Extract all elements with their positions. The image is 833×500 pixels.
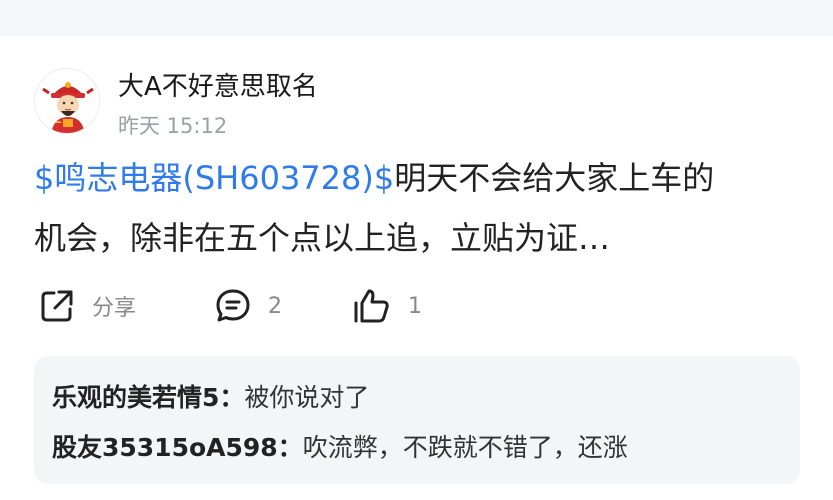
stock-tag-link[interactable]: $鸣志电器(SH603728)$ xyxy=(34,159,394,197)
thumbs-up-icon xyxy=(354,289,389,323)
action-bar: 分享 2 1 xyxy=(0,282,833,330)
comment-text: 被你说对了 xyxy=(244,383,370,412)
post-text-line1: 明天不会给大家上车的 xyxy=(394,159,715,197)
user-avatar[interactable] xyxy=(34,68,100,134)
share-button[interactable]: 分享 xyxy=(38,282,136,330)
comment-text: 吹流弊，不跌就不错了，还涨 xyxy=(302,433,628,462)
post-text-line2: 机会，除非在五个点以上追，立贴为证… xyxy=(34,219,611,257)
comment-preview-box[interactable]: 乐观的美若情5：被你说对了 股友35315oA598：吹流弊，不跌就不错了，还涨 xyxy=(34,356,800,484)
caishen-avatar-icon xyxy=(35,69,99,133)
comment-icon xyxy=(216,289,250,322)
comment-item[interactable]: 股友35315oA598：吹流弊，不跌就不错了，还涨 xyxy=(52,428,628,464)
like-button[interactable]: 1 xyxy=(352,282,422,330)
share-icon xyxy=(41,290,73,322)
share-label: 分享 xyxy=(92,296,137,321)
post-timestamp: 昨天 15:12 xyxy=(118,114,228,138)
like-count: 1 xyxy=(408,293,422,319)
comment-count: 2 xyxy=(268,293,282,319)
post-body: $鸣志电器(SH603728)$明天不会给大家上车的 机会，除非在五个点以上追，… xyxy=(34,148,804,268)
comment-button[interactable]: 2 xyxy=(214,282,282,330)
username[interactable]: 大A不好意思取名 xyxy=(118,66,318,103)
comment-author[interactable]: 股友35315oA598： xyxy=(52,433,303,462)
comment-item[interactable]: 乐观的美若情5：被你说对了 xyxy=(52,378,369,414)
top-divider-band xyxy=(0,0,833,36)
comment-author[interactable]: 乐观的美若情5： xyxy=(52,383,244,412)
